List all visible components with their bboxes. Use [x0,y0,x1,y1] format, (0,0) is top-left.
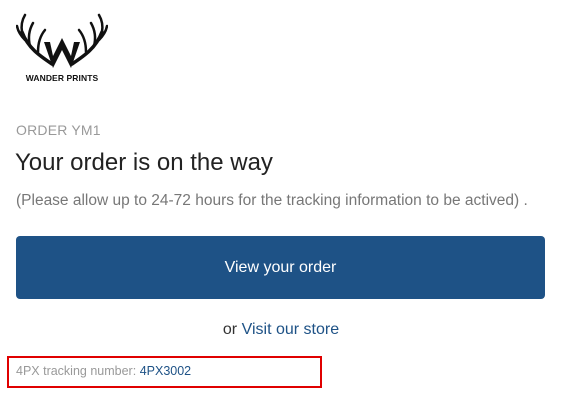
tracking-notice: (Please allow up to 24-72 hours for the … [16,192,528,209]
tracking-label: 4PX tracking number: [16,364,137,378]
order-number: ORDER YM1 [16,122,101,138]
brand-logo[interactable]: WANDER PRINTS [16,12,108,88]
antlers-w-logo-icon [16,13,108,68]
visit-store-link[interactable]: Visit our store [242,321,340,338]
store-link-line: or Visit our store [0,321,562,339]
view-order-button[interactable]: View your order [16,236,545,299]
tracking-highlight-box: 4PX tracking number: 4PX3002 [7,356,322,388]
tracking-info: 4PX tracking number: 4PX3002 [16,364,191,378]
tracking-number-link[interactable]: 4PX3002 [140,364,191,378]
page-title: Your order is on the way [15,149,273,176]
or-text: or [222,321,238,338]
brand-name: WANDER PRINTS [25,73,99,83]
